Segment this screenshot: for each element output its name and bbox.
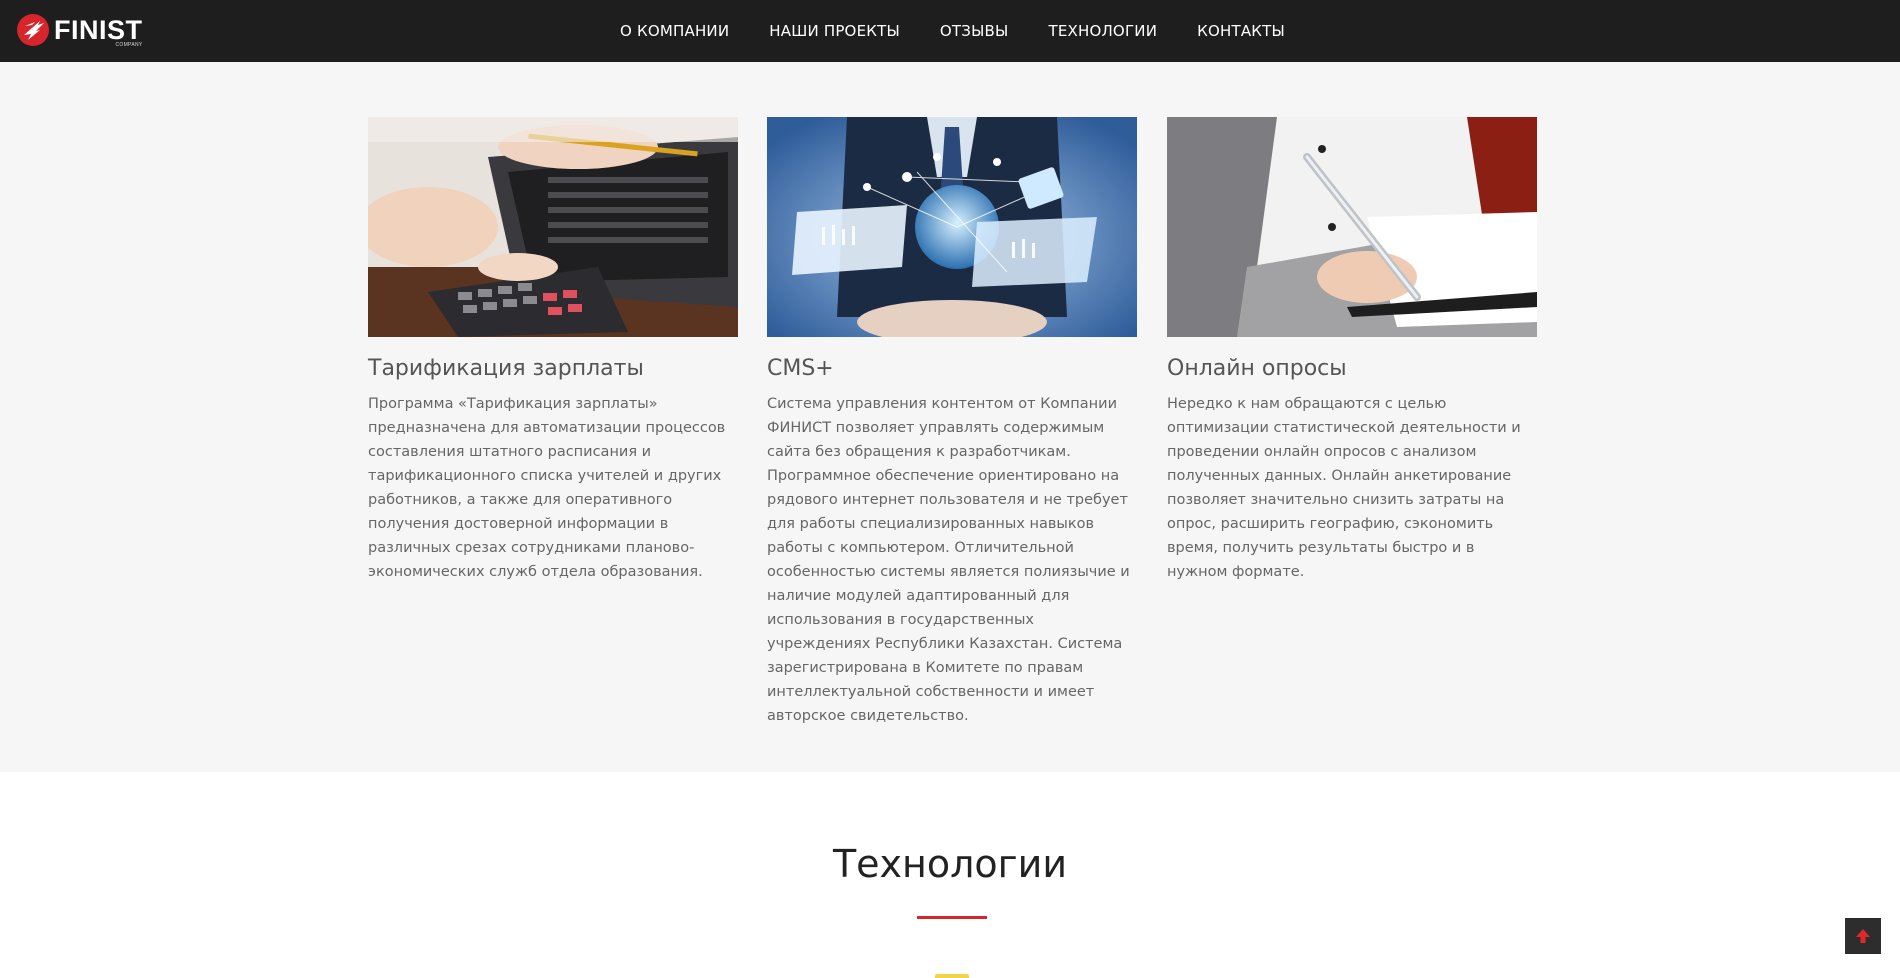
technologies-heading: Технологии <box>832 842 1068 886</box>
service-title: CMS+ <box>767 356 834 381</box>
main-nav: О КОМПАНИИ НАШИ ПРОЕКТЫ ОТЗЫВЫ ТЕХНОЛОГИ… <box>0 0 1900 62</box>
service-title: Тарификация зарплаты <box>368 356 644 381</box>
nav-item-contacts[interactable]: КОНТАКТЫ <box>1197 22 1285 40</box>
nav-item-technologies[interactable]: ТЕХНОЛОГИИ <box>1048 22 1157 40</box>
heading-underline <box>917 916 987 919</box>
technology-logo-partial <box>935 974 969 978</box>
arrow-up-icon <box>1856 929 1870 943</box>
nav-item-projects[interactable]: НАШИ ПРОЕКТЫ <box>769 22 900 40</box>
service-card-cms: CMS+ Система управления контентом от Ком… <box>767 117 1137 728</box>
service-card-tarification: Тарификация зарплаты Программа «Тарифика… <box>368 117 738 584</box>
service-card-surveys: Онлайн опросы Нередко к нам обращаются с… <box>1167 117 1537 584</box>
technology-photo <box>767 117 1137 337</box>
service-description: Нередко к нам обращаются с целью оптимиз… <box>1167 396 1521 580</box>
nav-item-about[interactable]: О КОМПАНИИ <box>620 22 729 40</box>
scroll-to-top-button[interactable] <box>1845 918 1881 954</box>
service-description: Система управления контентом от Компании… <box>767 396 1130 724</box>
top-navbar: FINIST COMPANY О КОМПАНИИ НАШИ ПРОЕКТЫ О… <box>0 0 1900 62</box>
service-image-writing <box>1167 117 1537 337</box>
services-section: Тарификация зарплаты Программа «Тарифика… <box>0 62 1900 772</box>
service-image-calculator <box>368 117 738 337</box>
service-image-technology <box>767 117 1137 337</box>
service-description: Программа «Тарификация зарплаты» предназ… <box>368 396 726 580</box>
nav-item-reviews[interactable]: ОТЗЫВЫ <box>940 22 1009 40</box>
writing-photo <box>1167 117 1537 337</box>
calculator-photo <box>368 117 738 337</box>
service-title: Онлайн опросы <box>1167 356 1347 381</box>
